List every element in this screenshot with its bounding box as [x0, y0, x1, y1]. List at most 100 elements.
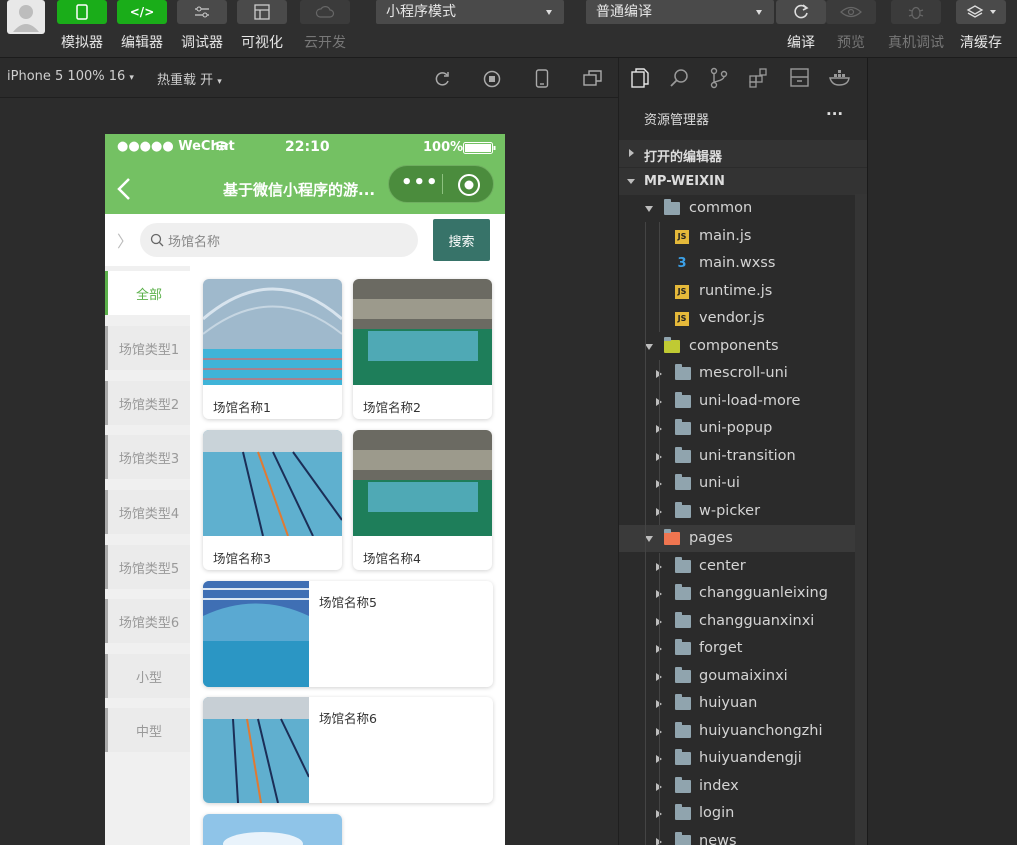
venue-card[interactable] [203, 814, 342, 845]
file-item[interactable]: JS vendor.js [619, 305, 856, 332]
folder-item[interactable]: huiyuanchongzhi [619, 718, 856, 745]
folder-name: center [699, 558, 746, 574]
file-item[interactable]: 3 main.wxss [619, 250, 856, 277]
category-item[interactable]: 场馆类型1 [105, 326, 190, 370]
folder-common[interactable]: common [619, 195, 856, 222]
folder-components[interactable]: components [619, 333, 856, 360]
folder-name: common [689, 200, 753, 216]
chevron-down-icon [645, 536, 653, 542]
more-dots-icon[interactable]: ••• [401, 172, 439, 193]
folder-item[interactable]: huiyuan [619, 690, 856, 717]
folder-item[interactable]: goumaixinxi [619, 663, 856, 690]
remote-debug-button[interactable] [891, 0, 941, 24]
storage-icon[interactable] [790, 68, 810, 88]
docker-icon[interactable] [829, 69, 853, 87]
folder-name: uni-ui [699, 475, 740, 491]
tree-guide [659, 553, 660, 845]
project-section[interactable]: MP-WEIXIN [619, 168, 868, 195]
simulator-label: 模拟器 [61, 35, 103, 51]
status-time: 22:10 [285, 139, 330, 155]
search-icon[interactable] [670, 68, 690, 88]
category-item[interactable]: 场馆类型4 [105, 490, 190, 534]
compile-select[interactable]: 普通编译 [586, 0, 774, 24]
chevron-right-icon [629, 149, 634, 157]
category-item[interactable]: 场馆类型6 [105, 599, 190, 643]
device-select[interactable]: iPhone 5 100% 16 ▾ [7, 69, 134, 84]
more-actions-icon[interactable]: ··· [826, 105, 843, 123]
folder-name: forget [699, 640, 743, 656]
folder-item[interactable]: w-picker [619, 498, 856, 525]
folder-item[interactable]: uni-ui [619, 470, 856, 497]
file-item[interactable]: JS runtime.js [619, 278, 856, 305]
detach-window-icon[interactable] [583, 70, 603, 88]
files-icon[interactable] [631, 68, 649, 88]
folder-name: huiyuan [699, 695, 758, 711]
folder-icon [675, 612, 691, 628]
venue-list-item[interactable]: 场馆名称6 [203, 697, 493, 803]
phone-icon[interactable] [535, 69, 549, 89]
rotate-icon[interactable] [433, 70, 451, 88]
search-button[interactable]: 搜索 [433, 219, 490, 261]
clear-cache-button[interactable] [956, 0, 1006, 24]
folder-item[interactable]: uni-load-more [619, 388, 856, 415]
venue-card[interactable]: 场馆名称2 [353, 279, 492, 419]
device-select-value: iPhone 5 100% 16 [7, 69, 126, 84]
category-item[interactable]: 中型 [105, 708, 190, 752]
folder-item[interactable]: huiyuandengji [619, 745, 856, 772]
folder-item[interactable]: center [619, 553, 856, 580]
stop-icon[interactable] [483, 70, 501, 88]
venue-card[interactable]: 场馆名称1 [203, 279, 342, 419]
category-list: 全部 场馆类型1 场馆类型2 场馆类型3 场馆类型4 场馆类型5 场馆类型6 小… [105, 266, 190, 845]
simulator-toggle-button[interactable] [57, 0, 107, 24]
open-editors-section[interactable]: 打开的编辑器 [619, 140, 868, 167]
folder-item[interactable]: index [619, 773, 856, 800]
chevron-right-icon[interactable]: 〉 [117, 228, 133, 252]
avatar[interactable] [7, 0, 45, 34]
preview-label: 预览 [837, 35, 865, 51]
venue-list-item[interactable]: 场馆名称5 [203, 581, 493, 687]
folder-pages[interactable]: pages [619, 525, 868, 552]
folder-item[interactable]: uni-popup [619, 415, 856, 442]
category-item[interactable]: 小型 [105, 654, 190, 698]
folder-name: index [699, 778, 739, 794]
folder-item[interactable]: uni-transition [619, 443, 856, 470]
close-miniprogram-icon[interactable] [457, 173, 481, 197]
editor-toggle-button[interactable]: </> [117, 0, 167, 24]
file-name: vendor.js [699, 310, 765, 326]
category-item[interactable]: 场馆类型3 [105, 435, 190, 479]
venue-card[interactable]: 场馆名称3 [203, 430, 342, 570]
debugger-toggle-button[interactable] [177, 0, 227, 24]
mode-select[interactable]: 小程序模式 [376, 0, 564, 24]
folder-open-icon [664, 199, 680, 215]
venue-image [203, 430, 342, 536]
folder-item[interactable]: forget [619, 635, 856, 662]
folder-item[interactable]: mescroll-uni [619, 360, 856, 387]
folder-item[interactable]: login [619, 800, 856, 827]
file-item[interactable]: JS main.js [619, 223, 856, 250]
battery-text: 100% [423, 140, 464, 155]
folder-name: huiyuanchongzhi [699, 723, 823, 739]
folder-item[interactable]: news [619, 828, 856, 845]
file-name: runtime.js [699, 283, 773, 299]
compile-button[interactable] [776, 0, 826, 24]
source-control-icon[interactable] [710, 67, 728, 89]
category-item[interactable]: 场馆类型5 [105, 545, 190, 589]
extensions-icon[interactable] [749, 68, 769, 88]
folder-item[interactable]: changguanleixing [619, 580, 856, 607]
venue-card[interactable]: 场馆名称4 [353, 430, 492, 570]
explorer-scrollbar[interactable] [855, 194, 867, 845]
hot-reload-toggle[interactable]: 热重载 开 ▾ [157, 69, 222, 88]
search-input[interactable]: 场馆名称 [140, 223, 418, 257]
explorer-title: 资源管理器 [644, 113, 710, 128]
cloud-dev-button[interactable] [300, 0, 350, 24]
search-placeholder: 场馆名称 [168, 235, 221, 250]
venue-image [203, 697, 309, 803]
visual-toggle-button[interactable] [237, 0, 287, 24]
category-item-all[interactable]: 全部 [105, 271, 190, 315]
category-item[interactable]: 场馆类型2 [105, 381, 190, 425]
folder-item[interactable]: changguanxinxi [619, 608, 856, 635]
folder-icon [675, 447, 691, 463]
folder-icon [675, 777, 691, 793]
preview-button[interactable] [826, 0, 876, 24]
back-icon[interactable] [117, 178, 131, 200]
